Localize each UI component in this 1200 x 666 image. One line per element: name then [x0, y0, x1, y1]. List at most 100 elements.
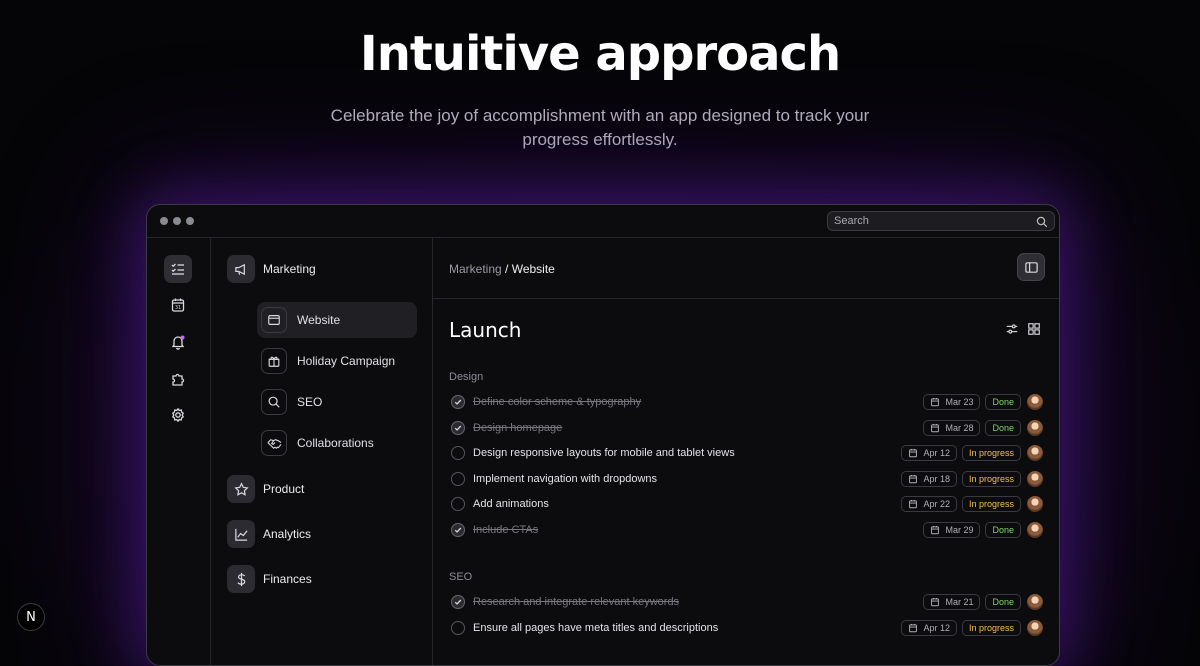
task-title: Include CTAs	[473, 524, 539, 536]
task-checkbox[interactable]	[451, 446, 465, 460]
breadcrumb-parent[interactable]: Marketing	[449, 262, 502, 276]
status-badge[interactable]: In progress	[961, 471, 1021, 487]
due-date-chip[interactable]: Mar 23	[923, 394, 981, 410]
window-dot-close[interactable]	[160, 217, 168, 225]
task-title: Define color scheme & typography	[473, 396, 642, 408]
sidebar-item-collaborations[interactable]: Collaborations	[257, 425, 417, 461]
task-title: Research and integrate relevant keywords	[473, 596, 680, 608]
task-row[interactable]: Design homepage Mar 28 Done	[451, 417, 1043, 439]
app-window: 31 Marketing Website	[146, 204, 1060, 666]
grid-view-icon[interactable]	[1027, 322, 1041, 341]
sidebar-group-product[interactable]: Product	[227, 475, 304, 503]
task-row[interactable]: Include CTAs Mar 29 Done	[451, 519, 1043, 541]
sidebar-group-label: Marketing	[263, 262, 316, 276]
hero-subtitle: Celebrate the joy of accomplishment with…	[330, 106, 870, 149]
assignee-avatar[interactable]	[1027, 394, 1043, 410]
due-date-text: Mar 29	[945, 525, 974, 535]
rail-integrations-button[interactable]	[164, 365, 192, 393]
task-row[interactable]: Define color scheme & typography Mar 23 Do…	[451, 391, 1043, 413]
due-date-chip[interactable]: Mar 21	[923, 594, 981, 610]
task-row[interactable]: Research and integrate relevant keywords…	[451, 591, 1043, 613]
assignee-avatar[interactable]	[1027, 471, 1043, 487]
sidebar-item-label: Collaborations	[297, 436, 374, 450]
gear-icon	[171, 407, 185, 423]
main-content: Marketing / Website Launch Design Define …	[433, 238, 1059, 665]
due-date-chip[interactable]: Mar 28	[923, 420, 981, 436]
browser-icon	[268, 315, 280, 325]
task-checkbox[interactable]	[451, 621, 465, 635]
rail-settings-button[interactable]	[164, 401, 192, 429]
puzzle-icon	[172, 373, 185, 386]
sidebar-panel-icon	[1024, 261, 1038, 273]
calendar-icon	[930, 597, 940, 607]
sidebar-group-analytics[interactable]: Analytics	[227, 520, 311, 548]
gift-icon	[268, 356, 280, 367]
calendar-icon	[908, 474, 918, 484]
calendar-icon: 31	[171, 298, 185, 312]
breadcrumb: Marketing / Website	[449, 262, 555, 276]
due-date-text: Apr 12	[923, 623, 950, 633]
task-checkbox[interactable]	[451, 497, 465, 511]
assignee-avatar[interactable]	[1027, 420, 1043, 436]
due-date-text: Apr 18	[923, 474, 950, 484]
assignee-avatar[interactable]	[1027, 594, 1043, 610]
sidebar-item-seo[interactable]: SEO	[257, 384, 417, 420]
window-dot-minimize[interactable]	[173, 217, 181, 225]
sidebar-item-website[interactable]: Website	[257, 302, 417, 338]
status-badge[interactable]: In progress	[961, 445, 1021, 461]
status-badge[interactable]: Done	[985, 522, 1021, 538]
rail-tasks-button[interactable]	[164, 255, 192, 283]
chart-icon	[234, 528, 248, 541]
task-row[interactable]: Add animations Apr 22 In progress	[451, 493, 1043, 515]
star-icon	[233, 481, 249, 496]
toggle-panel-button[interactable]	[1017, 253, 1045, 281]
task-checkbox[interactable]	[451, 523, 465, 537]
sidebar-group-marketing[interactable]: Marketing	[227, 255, 316, 283]
task-title: Add animations	[473, 498, 549, 510]
rail-notifications-button[interactable]	[164, 328, 192, 356]
search-box[interactable]	[827, 211, 1055, 231]
assignee-avatar[interactable]	[1027, 445, 1043, 461]
due-date-chip[interactable]: Apr 22	[901, 496, 957, 512]
brand-logo-letter: N	[26, 609, 36, 625]
status-badge[interactable]: Done	[985, 420, 1021, 436]
task-title: Design responsive layouts for mobile and…	[473, 447, 735, 459]
sidebar-group-finances[interactable]: Finances	[227, 565, 312, 593]
breadcrumb-current: Website	[511, 262, 555, 276]
task-checkbox[interactable]	[451, 472, 465, 486]
status-badge[interactable]: In progress	[961, 620, 1021, 636]
task-checkbox[interactable]	[451, 395, 465, 409]
task-row[interactable]: Design responsive layouts for mobile and…	[451, 442, 1043, 464]
due-date-chip[interactable]: Apr 18	[901, 471, 957, 487]
filter-icon[interactable]	[1005, 322, 1019, 341]
window-dot-maximize[interactable]	[186, 217, 194, 225]
rail-calendar-button[interactable]: 31	[164, 291, 192, 319]
checklist-icon	[171, 263, 184, 275]
task-checkbox[interactable]	[451, 421, 465, 435]
assignee-avatar[interactable]	[1027, 620, 1043, 636]
due-date-text: Apr 22	[923, 499, 950, 509]
search-icon	[268, 396, 280, 408]
status-badge[interactable]: Done	[985, 594, 1021, 610]
calendar-icon	[908, 499, 918, 509]
due-date-chip[interactable]: Apr 12	[901, 620, 957, 636]
due-date-chip[interactable]: Mar 29	[923, 522, 981, 538]
search-input[interactable]	[834, 214, 1024, 228]
calendar-icon	[908, 623, 918, 633]
assignee-avatar[interactable]	[1027, 496, 1043, 512]
assignee-avatar[interactable]	[1027, 522, 1043, 538]
status-badge[interactable]: In progress	[961, 496, 1021, 512]
sidebar-item-label: SEO	[297, 395, 323, 409]
brand-logo[interactable]: N	[17, 603, 45, 631]
task-row[interactable]: Ensure all pages have meta titles and de…	[451, 617, 1043, 639]
sidebar-item-label: Website	[297, 313, 341, 327]
sidebar-item-holiday-campaign[interactable]: Holiday Campaign	[257, 343, 417, 379]
sidebar-group-label: Product	[263, 482, 305, 496]
calendar-icon	[908, 448, 918, 458]
task-title: Ensure all pages have meta titles and de…	[473, 622, 719, 634]
task-row[interactable]: Implement navigation with dropdowns Apr 1…	[451, 468, 1043, 490]
status-badge[interactable]: Done	[985, 394, 1021, 410]
search-icon[interactable]	[1036, 215, 1048, 233]
due-date-chip[interactable]: Apr 12	[901, 445, 957, 461]
task-checkbox[interactable]	[451, 595, 465, 609]
